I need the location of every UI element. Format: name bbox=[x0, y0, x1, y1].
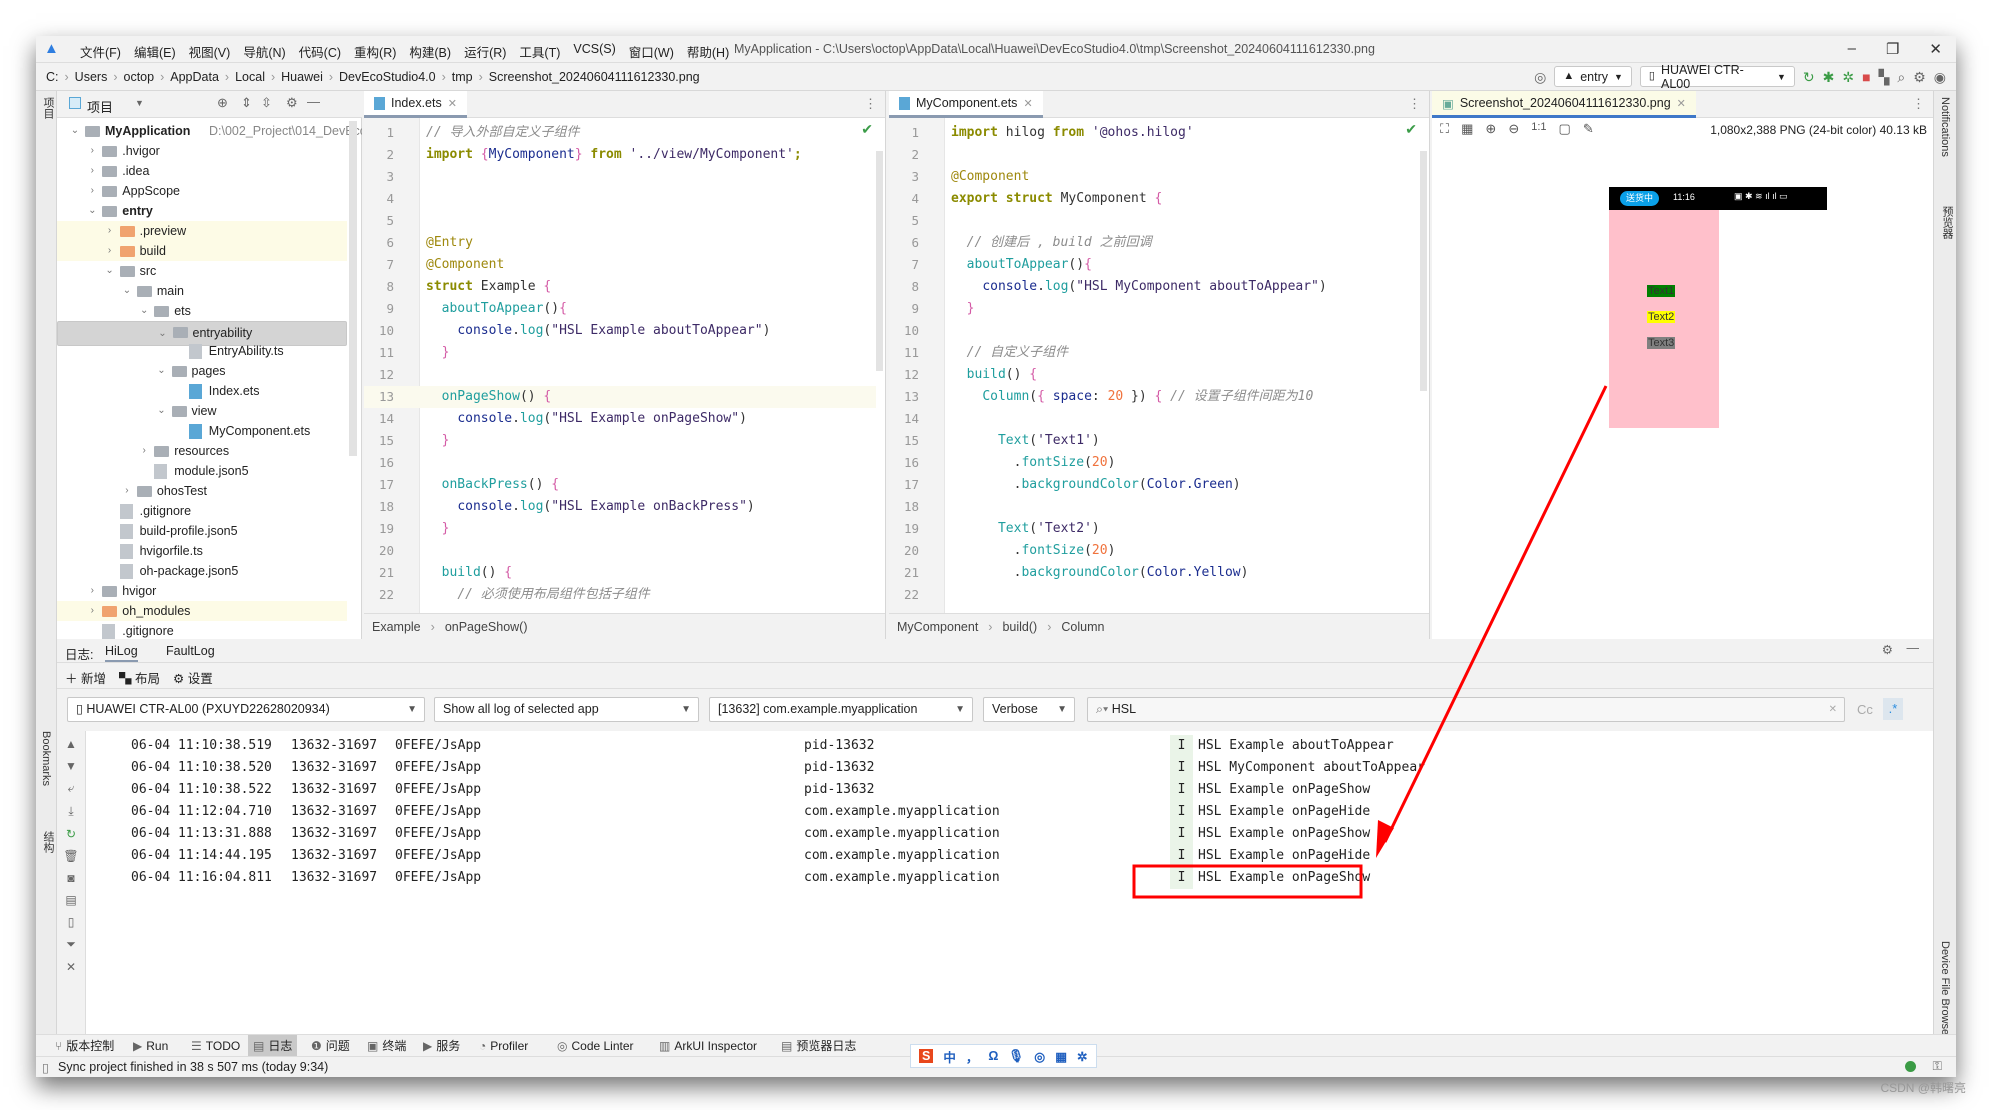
annotation-layer bbox=[1132, 385, 1608, 899]
annotation-arrow bbox=[1383, 385, 1608, 843]
watermark: CSDN @韩曙亮 bbox=[1880, 1081, 1966, 1095]
highlight-box bbox=[1132, 864, 1363, 899]
